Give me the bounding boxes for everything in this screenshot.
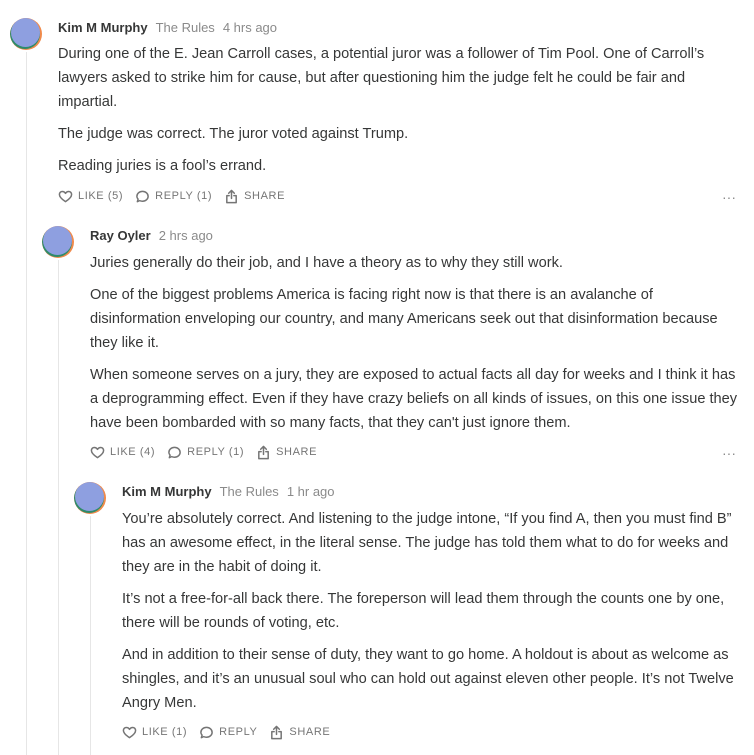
comment-body: Juries generally do their job, and I hav… [90, 251, 742, 435]
share-icon [271, 725, 283, 739]
comment-paragraph: You’re absolutely correct. And listening… [122, 511, 732, 575]
comment-timestamp[interactable]: 1 hr ago [287, 484, 335, 499]
share-button[interactable]: SHARE [269, 725, 330, 740]
share-label: SHARE [289, 726, 331, 738]
like-label: LIKE (5) [78, 190, 124, 202]
author-badge: The Rules [219, 484, 279, 499]
reply-label: REPLY (1) [155, 190, 213, 202]
comment-meta: Kim M Murphy The Rules 1 hr ago [122, 484, 335, 500]
comment-author[interactable]: Ray Oyler [90, 228, 151, 243]
comment-paragraph: And in addition to their sense of duty, … [122, 647, 734, 711]
comment-meta: Ray Oyler 2 hrs ago [90, 228, 213, 244]
share-button[interactable]: SHARE [256, 445, 317, 460]
heart-icon [90, 446, 105, 458]
comment-actions: LIKE (5) REPLY (1) SHARE [58, 187, 297, 205]
comment-timestamp[interactable]: 2 hrs ago [159, 228, 213, 243]
comment-paragraph: Reading juries is a fool’s errand. [58, 158, 267, 174]
comment-paragraph: Juries generally do their job, and I hav… [90, 255, 563, 271]
comment-author[interactable]: Kim M Murphy [122, 484, 212, 499]
speech-bubble-icon [136, 190, 150, 202]
comment-actions: LIKE (1) REPLY SHARE [122, 723, 342, 741]
speech-bubble-icon [168, 446, 182, 458]
thread-line [58, 260, 59, 755]
reply-button[interactable]: REPLY [199, 725, 257, 740]
user-avatar[interactable] [74, 482, 106, 514]
more-options-icon[interactable]: ··· [722, 446, 736, 460]
comment-actions: LIKE (4) REPLY (1) SHARE [90, 443, 329, 461]
more-options-icon[interactable]: ··· [722, 190, 736, 204]
thread-line [26, 52, 27, 755]
like-label: LIKE (1) [142, 726, 188, 738]
author-badge: The Rules [155, 20, 215, 35]
like-label: LIKE (4) [110, 446, 156, 458]
share-icon [226, 189, 238, 203]
like-button[interactable]: LIKE (5) [58, 189, 123, 204]
comment-paragraph: One of the biggest problems America is f… [90, 287, 718, 351]
share-label: SHARE [276, 446, 318, 458]
thread-line [90, 516, 91, 755]
user-avatar[interactable] [10, 18, 42, 50]
share-label: SHARE [244, 190, 286, 202]
share-button[interactable]: SHARE [224, 189, 285, 204]
comment-body: During one of the E. Jean Carroll cases,… [58, 42, 742, 178]
comment-paragraph: The judge was correct. The juror voted a… [58, 126, 409, 142]
reply-label: REPLY (1) [187, 446, 245, 458]
reply-button[interactable]: REPLY (1) [167, 445, 244, 460]
user-avatar[interactable] [42, 226, 74, 258]
comment-paragraph: It’s not a free-for-all back there. The … [122, 591, 725, 631]
reply-button[interactable]: REPLY (1) [135, 189, 212, 204]
heart-icon [58, 190, 73, 202]
comment-paragraph: When someone serves on a jury, they are … [90, 367, 738, 431]
like-button[interactable]: LIKE (4) [90, 445, 155, 460]
comment-paragraph: During one of the E. Jean Carroll cases,… [58, 46, 705, 110]
comment-meta: Kim M Murphy The Rules 4 hrs ago [58, 20, 277, 36]
comment-body: You’re absolutely correct. And listening… [122, 507, 744, 715]
share-icon [258, 445, 270, 459]
heart-icon [122, 726, 137, 738]
reply-label: REPLY [219, 726, 258, 738]
comment-timestamp[interactable]: 4 hrs ago [223, 20, 277, 35]
like-button[interactable]: LIKE (1) [122, 725, 187, 740]
speech-bubble-icon [200, 726, 214, 738]
comment-author[interactable]: Kim M Murphy [58, 20, 148, 35]
